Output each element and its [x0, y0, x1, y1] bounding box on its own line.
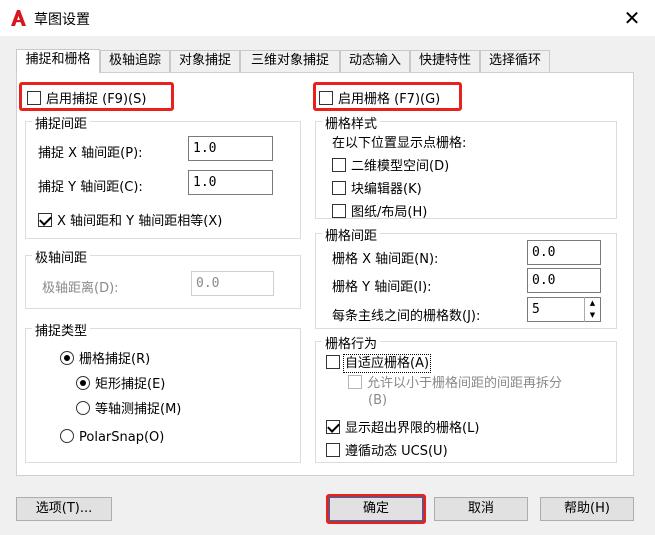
snap-spacing-group: 捕捉间距 捕捉 X 轴间距(P): 1.0 捕捉 Y 轴间距(C): 1.0 X… [25, 113, 301, 239]
equal-spacing-check-mark[interactable] [38, 213, 52, 227]
grid-y-label: 栅格 Y 轴间距(I): [332, 280, 432, 295]
beyond-limits-label: 显示超出界限的栅格(L) [345, 421, 480, 436]
major-line-value: 5 [532, 302, 540, 317]
follow-ucs-check-mark[interactable] [326, 443, 340, 457]
ok-button[interactable]: 确定 [329, 497, 423, 521]
help-button[interactable]: 帮助(H) [540, 497, 634, 521]
rect-snap-label: 矩形捕捉(E) [95, 377, 166, 392]
title-bar: 草图设置 ✕ [0, 0, 655, 36]
options-button[interactable]: 选项(T)... [16, 497, 112, 521]
subdivision-label-line2: (B) [368, 393, 388, 408]
grid-style-group: 栅格样式 在以下位置显示点栅格: 二维模型空间(D) 块编辑器(K) 图纸/布局… [315, 113, 617, 220]
grid-snap-radio[interactable]: 栅格捕捉(R) [60, 348, 150, 367]
iso-snap-label: 等轴测捕捉(M) [95, 402, 182, 417]
polar-distance-input[interactable]: 0.0 [191, 271, 274, 296]
subdivision-label-line1: 允许以小于栅格间距的间距再拆分 [367, 376, 563, 391]
equal-spacing-checkbox[interactable]: X 轴间距和 Y 轴间距相等(X) [38, 210, 222, 229]
snap-x-label: 捕捉 X 轴间距(P): [38, 146, 143, 161]
block-editor-label: 块编辑器(K) [351, 182, 422, 197]
beyond-limits-checkbox[interactable]: 显示超出界限的栅格(L) [326, 417, 479, 436]
equal-spacing-label: X 轴间距和 Y 轴间距相等(X) [57, 214, 223, 229]
subdivision-check-mark[interactable] [348, 375, 362, 389]
major-line-spinner[interactable]: ▲ ▼ [584, 297, 600, 322]
autocad-logo-icon [11, 10, 26, 26]
enable-snap-checkbox[interactable]: 启用捕捉 (F9)(S) [27, 88, 146, 107]
snap-x-input[interactable]: 1.0 [188, 136, 273, 161]
grid-snap-label: 栅格捕捉(R) [79, 352, 151, 367]
tab-3d-object-snap[interactable]: 三维对象捕捉 [240, 50, 340, 72]
grid-snap-radio-dot[interactable] [60, 351, 74, 365]
grid-behavior-group: 栅格行为 自适应栅格(A) 允许以小于栅格间距的间距再拆分 (B) 显示超出界限… [315, 333, 617, 463]
beyond-limits-check-mark[interactable] [326, 420, 340, 434]
sheet-layout-checkbox[interactable]: 图纸/布局(H) [332, 201, 427, 220]
polar-snap-radio[interactable]: PolarSnap(O) [60, 429, 164, 445]
model-space-checkbox[interactable]: 二维模型空间(D) [332, 155, 449, 174]
sheet-layout-label: 图纸/布局(H) [351, 205, 428, 220]
snap-type-title: 捕捉类型 [32, 320, 91, 339]
tab-polar-tracking[interactable]: 极轴追踪 [100, 50, 170, 72]
grid-x-input[interactable]: 0.0 [527, 240, 601, 265]
enable-grid-checkbox[interactable]: 启用栅格 (F7)(G) [319, 88, 440, 107]
snap-y-label: 捕捉 Y 轴间距(C): [38, 180, 143, 195]
window-title: 草图设置 [34, 12, 90, 28]
subdivision-checkbox[interactable]: 允许以小于栅格间距的间距再拆分 (B) [348, 375, 562, 409]
follow-ucs-checkbox[interactable]: 遵循动态 UCS(U) [326, 440, 448, 459]
model-space-check-mark[interactable] [332, 158, 346, 172]
tab-selection-cycling[interactable]: 选择循环 [480, 50, 550, 72]
grid-spacing-group: 栅格间距 栅格 X 轴间距(N): 0.0 栅格 Y 轴间距(I): 0.0 每… [315, 225, 617, 329]
tab-dynamic-input[interactable]: 动态输入 [340, 50, 410, 72]
grid-y-input[interactable]: 0.0 [527, 268, 601, 293]
polar-snap-label: PolarSnap(O) [79, 430, 165, 445]
tab-snap-and-grid[interactable]: 捕捉和栅格 [16, 49, 100, 73]
tab-quick-properties[interactable]: 快捷特性 [410, 50, 480, 72]
grid-spacing-title: 栅格间距 [322, 225, 381, 244]
grid-x-label: 栅格 X 轴间距(N): [332, 252, 439, 267]
spin-down-icon[interactable]: ▼ [585, 309, 600, 321]
adaptive-grid-check-mark[interactable] [326, 355, 340, 369]
rect-snap-radio[interactable]: 矩形捕捉(E) [76, 373, 165, 392]
tab-object-snap[interactable]: 对象捕捉 [170, 50, 240, 72]
enable-grid-label: 启用栅格 (F7)(G) [338, 92, 441, 107]
block-editor-check-mark[interactable] [332, 181, 346, 195]
polar-distance-label: 极轴距离(D): [42, 281, 119, 296]
enable-snap-check-mark[interactable] [27, 91, 41, 105]
grid-behavior-title: 栅格行为 [322, 333, 381, 352]
polar-snap-radio-dot[interactable] [60, 429, 74, 443]
enable-grid-check-mark[interactable] [319, 91, 333, 105]
major-line-label: 每条主线之间的栅格数(J): [332, 309, 481, 324]
follow-ucs-label: 遵循动态 UCS(U) [345, 444, 448, 459]
polar-spacing-title: 极轴间距 [32, 247, 91, 266]
spin-up-icon[interactable]: ▲ [585, 297, 600, 309]
snap-type-group: 捕捉类型 栅格捕捉(R) 矩形捕捉(E) 等轴测捕捉(M) PolarSnap(… [25, 320, 301, 463]
rect-snap-radio-dot[interactable] [76, 376, 90, 390]
iso-snap-radio[interactable]: 等轴测捕捉(M) [76, 398, 181, 417]
snap-y-input[interactable]: 1.0 [188, 170, 273, 195]
iso-snap-radio-dot[interactable] [76, 401, 90, 415]
grid-style-title: 栅格样式 [322, 113, 381, 132]
sheet-layout-check-mark[interactable] [332, 204, 346, 218]
cancel-button[interactable]: 取消 [434, 497, 528, 521]
grid-style-description: 在以下位置显示点栅格: [332, 136, 467, 151]
adaptive-grid-checkbox[interactable]: 自适应栅格(A) [326, 352, 432, 373]
model-space-label: 二维模型空间(D) [351, 159, 450, 174]
tab-panel-snap-and-grid: 启用捕捉 (F9)(S) 捕捉间距 捕捉 X 轴间距(P): 1.0 捕捉 Y … [16, 72, 634, 476]
snap-spacing-title: 捕捉间距 [32, 113, 91, 132]
polar-spacing-group: 极轴间距 极轴距离(D): 0.0 [25, 247, 301, 309]
block-editor-checkbox[interactable]: 块编辑器(K) [332, 178, 422, 197]
close-button[interactable]: ✕ [622, 8, 642, 28]
adaptive-grid-label: 自适应栅格(A) [342, 354, 432, 373]
enable-snap-label: 启用捕捉 (F9)(S) [46, 92, 147, 107]
